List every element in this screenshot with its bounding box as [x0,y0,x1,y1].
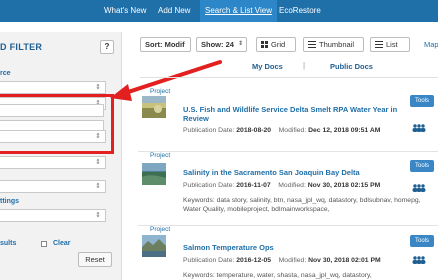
result-dates: Publication Date: 2016-12-05 Modified: N… [183,257,381,264]
filter-select-4[interactable]: ⇕ [0,156,106,169]
source-select[interactable]: ⇕ [0,81,106,94]
highlight-box [0,94,114,154]
result-card[interactable]: Project U.S. Fish and Wildlife Service D… [138,88,438,150]
help-button[interactable]: ? [100,40,114,54]
updown-icon: ⇕ [95,183,101,190]
mod-date: Nov 30, 2018 02:15 PM [307,182,381,189]
tools-button[interactable]: Tools [410,95,434,107]
mod-date: Dec 12, 2018 09:51 AM [308,127,381,134]
source-label: rce [0,70,11,77]
result-dates: Publication Date: 2016-11-07 Modified: N… [183,182,380,189]
grid-icon [261,41,268,48]
pub-date: 2018-08-20 [236,127,272,134]
result-type: Project [150,88,171,95]
pub-date: 2016-11-07 [236,182,271,189]
tools-button[interactable]: Tools [410,235,434,247]
list-icon [375,41,383,48]
results-label: sults [0,240,17,247]
result-title[interactable]: Salinity in the Sacramento San Joaquin B… [183,168,405,177]
sort-select-label: Sort: Modif [145,40,185,49]
clear-label[interactable]: Clear [53,240,71,247]
mod-date-label: Modified: [278,182,306,189]
pub-date-label: Publication Date: [183,182,235,189]
updown-icon: ⇕ [95,84,101,91]
result-title[interactable]: U.S. Fish and Wildlife Service Delta Sme… [183,105,405,123]
filter-panel: D FILTER ? rce ⇕ ⇕ ⇕ ⇕ ⇕ ttings ⇕ sults … [0,32,122,280]
users-icon[interactable] [412,184,426,192]
result-type: Project [150,152,171,159]
tab-whats-new[interactable]: What's New [104,0,146,22]
list-view-button[interactable]: List [370,37,410,52]
result-card[interactable]: Project Salinity in the Sacramento San J… [138,151,438,223]
show-select[interactable]: Show: 24 ⇕ [196,37,247,52]
reset-button[interactable]: Reset [78,252,112,267]
pub-date-label: Publication Date: [183,257,235,264]
tools-button[interactable]: Tools [410,160,434,172]
grid-view-button[interactable]: Grid [256,37,296,52]
result-thumbnail[interactable] [142,163,166,185]
tab-ecorestore[interactable]: EcoRestore [279,0,321,22]
result-thumbnail[interactable] [142,235,166,257]
updown-icon: ⇕ [237,41,243,47]
result-dates: Publication Date: 2018-08-20 Modified: D… [183,127,380,134]
tab-my-docs[interactable]: My Docs [252,62,283,71]
top-nav-bar: What's New Add New Search & List View Ec… [0,0,438,22]
result-keywords: Keywords: data story, salinity, btn, nas… [183,197,421,213]
mod-date-label: Modified: [278,257,307,264]
mod-date-label: Modified: [278,127,307,134]
list-view-label: List [386,40,398,49]
thumbnail-view-label: Thumbnail [319,40,355,49]
mod-date: Nov 30, 2018 02:01 PM [308,257,381,264]
tab-public-docs[interactable]: Public Docs [330,62,373,71]
tab-add-new[interactable]: Add New [158,0,190,22]
result-thumbnail[interactable] [142,96,166,118]
filter-select-5[interactable]: ⇕ [0,180,106,193]
filter-panel-title: D FILTER [0,42,43,52]
settings-select[interactable]: ⇕ [0,209,106,222]
updown-icon: ⇕ [95,159,101,166]
thumbnail-view-button[interactable]: Thumbnail [303,37,364,52]
result-keywords: Keywords: temperature, water, shasta, na… [183,272,372,279]
pub-date-label: Publication Date: [183,127,235,134]
thumbnail-icon [308,41,316,48]
sort-select[interactable]: Sort: Modif [140,37,191,52]
result-card[interactable]: Project Salmon Temperature Ops Publicati… [138,225,438,280]
show-select-label: Show: 24 [201,40,234,49]
map-link[interactable]: Map [424,40,438,49]
users-icon[interactable] [412,256,426,264]
tab-separator: | [303,61,306,70]
tab-search-list-view[interactable]: Search & List View [200,0,277,22]
clear-checkbox[interactable] [41,241,47,247]
tabs-divider [140,77,438,78]
pub-date: 2016-12-05 [236,257,272,264]
result-title[interactable]: Salmon Temperature Ops [183,243,405,252]
settings-label: ttings [0,198,20,205]
result-type: Project [150,226,171,233]
users-icon[interactable] [412,124,426,132]
updown-icon: ⇕ [95,212,101,219]
grid-view-label: Grid [271,40,286,49]
